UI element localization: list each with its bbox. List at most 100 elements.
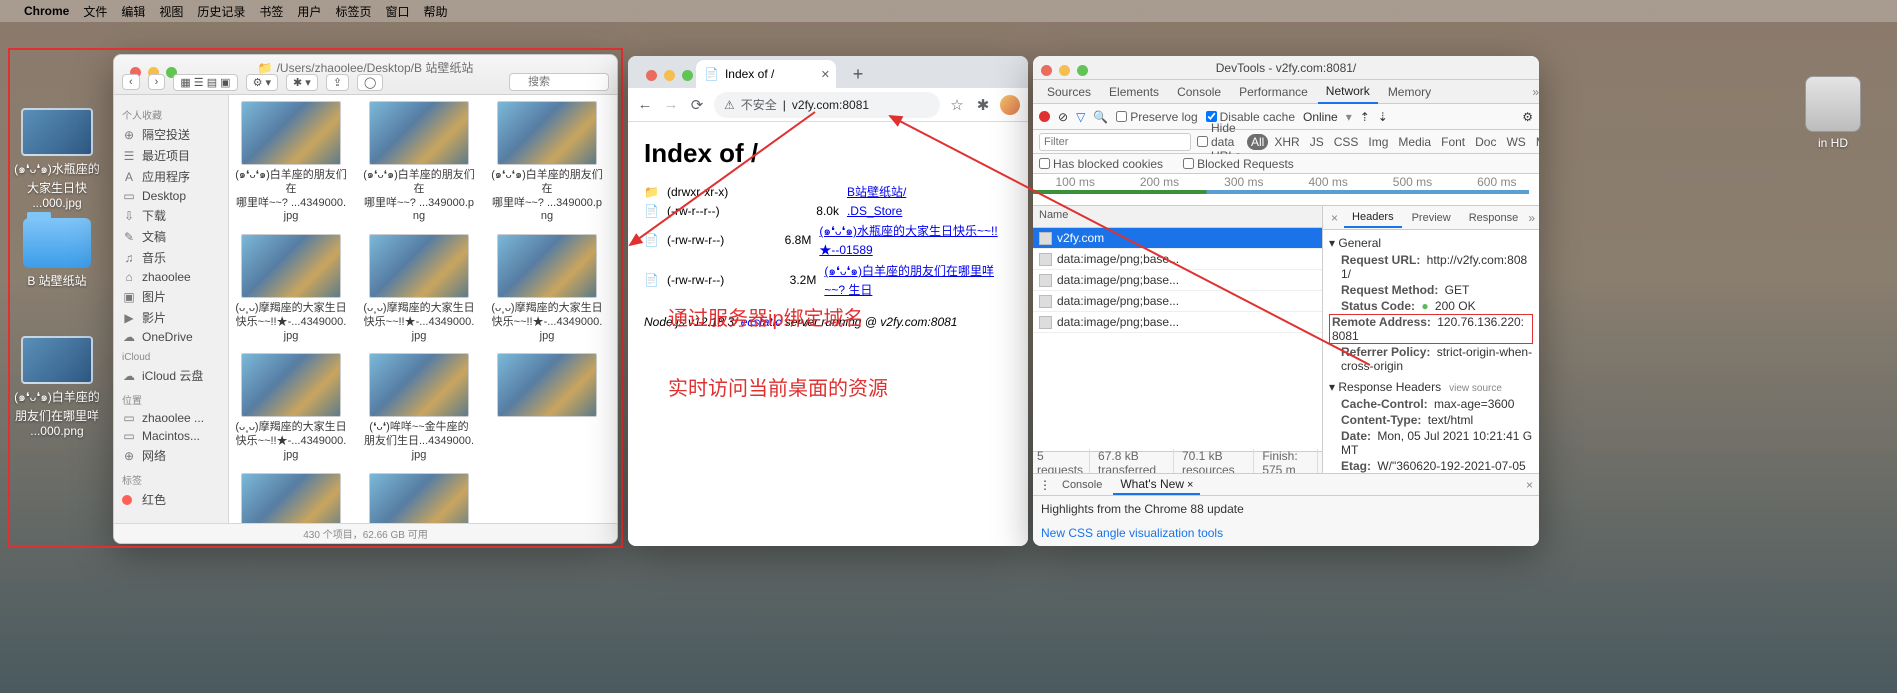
view-buttons[interactable]: ▦ ☰ ▤ ▣ — [173, 74, 237, 91]
more-icon[interactable]: » — [1528, 211, 1535, 225]
file-item[interactable] — [363, 473, 475, 524]
forward-button[interactable]: › — [148, 74, 166, 90]
sidebar-item[interactable]: ⊕网络 — [114, 445, 228, 466]
tags-button[interactable]: ◯ — [357, 74, 383, 91]
devtools-tab[interactable]: Console — [1169, 81, 1229, 103]
menu-item[interactable]: 视图 — [159, 3, 183, 20]
new-tab-button[interactable]: + — [846, 60, 870, 88]
file-item[interactable]: (๑❛ᴗ❛๑)白羊座的朋友们在哪里咩~~? ...4349000.jpg — [235, 101, 347, 224]
blocked-cookies-checkbox[interactable]: Has blocked cookies — [1039, 157, 1163, 171]
devtools-tab[interactable]: Performance — [1231, 81, 1316, 103]
request-row[interactable]: data:image/png;base... — [1033, 291, 1322, 312]
back-button[interactable]: ← — [636, 96, 654, 113]
file-link[interactable]: (๑❛ᴗ❛๑)白羊座的朋友们在哪里咩~~? 生日 — [824, 262, 1012, 298]
general-section[interactable]: ▾ General — [1329, 234, 1533, 252]
filter-input[interactable] — [1039, 133, 1191, 151]
file-item[interactable] — [491, 353, 603, 462]
record-button[interactable] — [1039, 111, 1050, 122]
close-detail-icon[interactable]: × — [1327, 211, 1342, 225]
search-icon[interactable]: 🔍 — [1093, 110, 1108, 124]
menu-item[interactable]: 用户 — [297, 3, 321, 20]
request-row[interactable]: data:image/png;base... — [1033, 270, 1322, 291]
app-name[interactable]: Chrome — [24, 4, 69, 18]
preserve-log-checkbox[interactable]: Preserve log — [1116, 110, 1197, 124]
close-icon[interactable] — [646, 70, 657, 81]
sidebar-item[interactable]: A应用程序 — [114, 166, 228, 187]
menu-item[interactable]: 书签 — [259, 3, 283, 20]
filter-type[interactable]: Font — [1437, 134, 1469, 150]
maximize-icon[interactable] — [1077, 65, 1088, 76]
sidebar-item[interactable]: ♫音乐 — [114, 247, 228, 268]
profile-avatar[interactable] — [1000, 95, 1020, 115]
bookmark-icon[interactable]: ☆ — [948, 96, 966, 114]
upload-icon[interactable]: ⇡ — [1360, 110, 1370, 124]
menu-item[interactable]: 编辑 — [121, 3, 145, 20]
file-link[interactable]: B站壁纸站/ — [847, 183, 906, 200]
filter-type[interactable]: All — [1247, 134, 1268, 150]
download-icon[interactable]: ⇣ — [1378, 110, 1388, 124]
headers-tab[interactable]: Headers — [1344, 208, 1402, 228]
browser-tab[interactable]: 📄 Index of /✕ — [696, 60, 836, 88]
file-item[interactable]: (ᴗ˳ᴗ)摩羯座的大家生日快乐~~!!★-...4349000.jpg — [235, 234, 347, 343]
filter-type[interactable]: Img — [1364, 134, 1392, 150]
forward-button[interactable]: → — [662, 96, 680, 113]
filter-type[interactable]: XHR — [1270, 134, 1303, 150]
finder-search-input[interactable] — [509, 73, 609, 91]
name-column-header[interactable]: Name — [1033, 206, 1322, 228]
desktop-folder[interactable]: B 站壁纸站 — [12, 218, 102, 289]
reload-button[interactable]: ⟳ — [688, 96, 706, 114]
request-row[interactable]: data:image/png;base... — [1033, 312, 1322, 333]
back-button[interactable]: ‹ — [122, 74, 140, 90]
devtools-tab[interactable]: Sources — [1039, 81, 1099, 103]
action-button[interactable]: ✱ ▾ — [286, 74, 318, 91]
sidebar-item[interactable]: ▣图片 — [114, 286, 228, 307]
file-item[interactable]: (ᴗ˳ᴗ)摩羯座的大家生日快乐~~!!★-...4349000.jpg — [363, 234, 475, 343]
menu-item[interactable]: 文件 — [83, 3, 107, 20]
devtools-tab[interactable]: Memory — [1380, 81, 1439, 103]
clear-button[interactable]: ⊘ — [1058, 110, 1068, 124]
devtools-tab[interactable]: Elements — [1101, 81, 1167, 103]
share-button[interactable]: ⇪ — [326, 74, 349, 91]
whatsnew-tab[interactable]: What's New × — [1113, 475, 1200, 495]
maximize-icon[interactable] — [682, 70, 693, 81]
desktop-file[interactable]: (๑❛ᴗ❛๑)水瓶座的大家生日快 ...000.jpg — [12, 108, 102, 210]
desktop-file[interactable]: (๑❛ᴗ❛๑)白羊座的朋友们在哪里咩 ...000.png — [12, 336, 102, 438]
request-row[interactable]: data:image/png;base... — [1033, 249, 1322, 270]
file-item[interactable]: (ᴗ˳ᴗ)摩羯座的大家生日快乐~~!!★-...4349000.jpg — [491, 234, 603, 343]
minimize-icon[interactable] — [1059, 65, 1070, 76]
filter-type[interactable]: Media — [1394, 134, 1435, 150]
sidebar-item[interactable]: ☁OneDrive — [114, 328, 228, 346]
view-source-link[interactable]: view source — [1449, 383, 1502, 394]
menu-item[interactable]: 帮助 — [423, 3, 447, 20]
sidebar-item[interactable]: ▭Macintos... — [114, 427, 228, 445]
throttling-select[interactable]: Online — [1303, 110, 1338, 124]
filter-type[interactable]: Doc — [1471, 134, 1500, 150]
macintosh-hd-icon[interactable]: in HD — [1783, 76, 1883, 150]
file-item[interactable]: (๑❛ᴗ❛๑)白羊座的朋友们在哪里咩~~? ...349000.png — [363, 101, 475, 224]
minimize-icon[interactable] — [664, 70, 675, 81]
drawer-menu-icon[interactable]: ⋮ — [1039, 478, 1051, 492]
close-icon[interactable] — [1041, 65, 1052, 76]
drawer-link[interactable]: New CSS angle visualization tools — [1041, 526, 1223, 540]
network-timeline[interactable]: 100 ms200 ms300 ms400 ms500 ms600 ms — [1033, 174, 1539, 206]
menu-item[interactable]: 窗口 — [385, 3, 409, 20]
sidebar-item[interactable]: ⌂zhaoolee — [114, 268, 228, 286]
blocked-requests-checkbox[interactable]: Blocked Requests — [1183, 157, 1294, 171]
response-tab[interactable]: Response — [1461, 209, 1527, 227]
arrange-button[interactable]: ⚙ ▾ — [246, 74, 278, 91]
extensions-icon[interactable]: ✱ — [974, 96, 992, 114]
close-tab-icon[interactable]: ✕ — [821, 68, 830, 81]
filter-type[interactable]: CSS — [1330, 134, 1363, 150]
sidebar-item[interactable]: ☁iCloud 云盘 — [114, 365, 228, 386]
close-drawer-icon[interactable]: × — [1526, 478, 1533, 492]
sidebar-item[interactable]: ▭Desktop — [114, 187, 228, 205]
file-item[interactable]: (๑❛ᴗ❛๑)白羊座的朋友们在哪里咩~~? ...349000.png — [491, 101, 603, 224]
filter-icon[interactable]: ▽ — [1076, 110, 1085, 124]
sidebar-tag[interactable]: 红色 — [114, 489, 228, 510]
file-item[interactable]: (ᴗ˳ᴗ)摩羯座的大家生日快乐~~!!★-...4349000.jpg — [235, 353, 347, 462]
console-tab[interactable]: Console — [1055, 477, 1109, 493]
file-link[interactable]: .DS_Store — [847, 204, 902, 218]
filter-type[interactable]: Manifest — [1532, 134, 1539, 150]
file-item[interactable] — [235, 473, 347, 524]
file-item[interactable]: (❛ᴗ❛)哞咩~~金牛座的朋友们生日...4349000.jpg — [363, 353, 475, 462]
